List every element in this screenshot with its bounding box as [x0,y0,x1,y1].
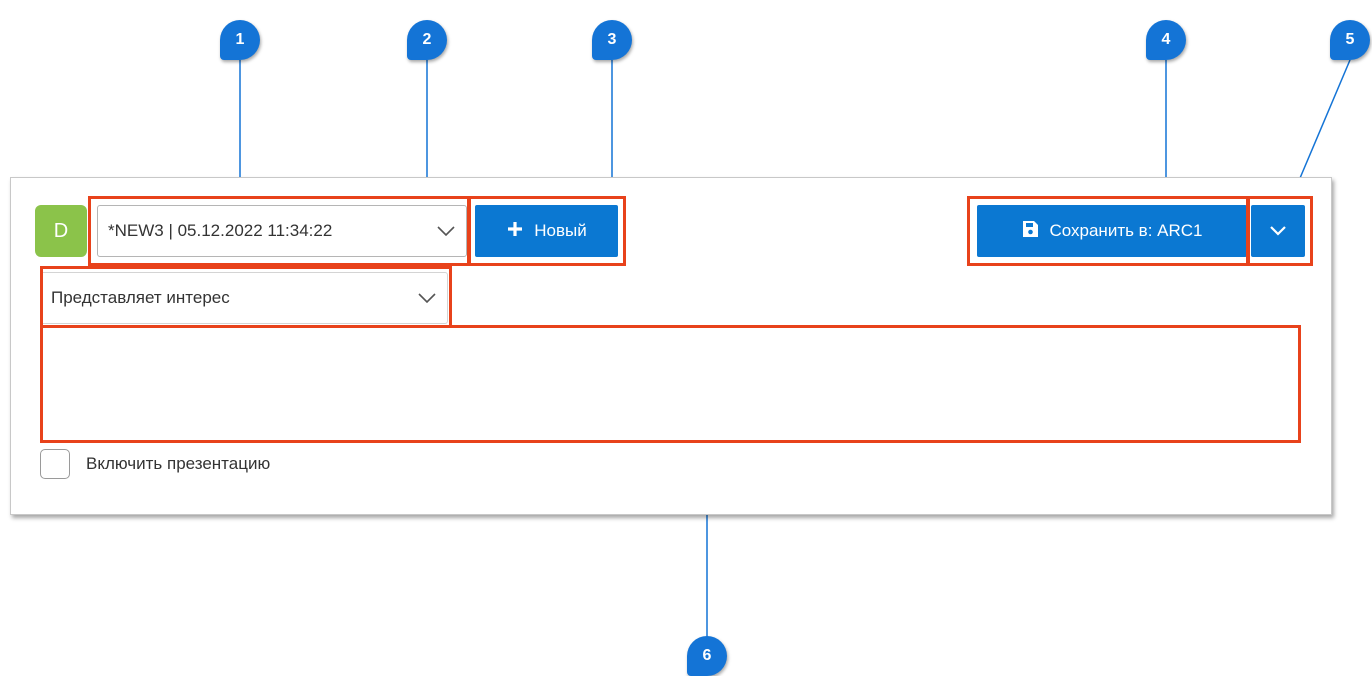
version-select-value: *NEW3 | 05.12.2022 11:34:22 [108,221,333,240]
chevron-down-icon [1270,221,1286,241]
presentation-checkbox[interactable] [40,449,70,479]
chevron-down-icon [426,226,466,236]
save-button[interactable]: Сохранить в: ARC1 [977,205,1247,257]
callout-number: 4 [1161,31,1171,48]
presentation-checkbox-label: Включить презентацию [86,454,271,473]
callout-number: 6 [702,647,712,664]
callout-marker-4: 4 [1146,20,1186,60]
chevron-down-icon [407,293,447,303]
callout-marker-2: 2 [407,20,447,60]
user-avatar: D [35,205,87,257]
callout-number: 3 [607,31,617,48]
save-options-dropdown-button[interactable] [1251,205,1305,257]
save-button-label: Сохранить в: ARC1 [1049,221,1203,240]
avatar-letter: D [53,219,69,242]
callout-number: 1 [235,31,245,48]
floppy-disk-icon [1021,220,1039,243]
callout-number: 2 [422,31,432,48]
new-button[interactable]: Новый [475,205,618,257]
callout-number: 5 [1345,31,1355,48]
comment-type-value: Представляет интерес [51,288,230,307]
plus-icon [506,220,524,243]
presentation-checkbox-row[interactable]: Включить презентацию [40,447,270,481]
callout-marker-3: 3 [592,20,632,60]
version-select[interactable]: *NEW3 | 05.12.2022 11:34:22 [97,205,467,257]
callout-marker-6: 6 [687,636,727,676]
comment-type-select[interactable]: Представляет интерес [40,272,448,324]
callout-marker-5: 5 [1330,20,1370,60]
new-button-label: Новый [534,221,587,240]
callout-marker-1: 1 [220,20,260,60]
comment-textarea[interactable] [40,325,1300,441]
